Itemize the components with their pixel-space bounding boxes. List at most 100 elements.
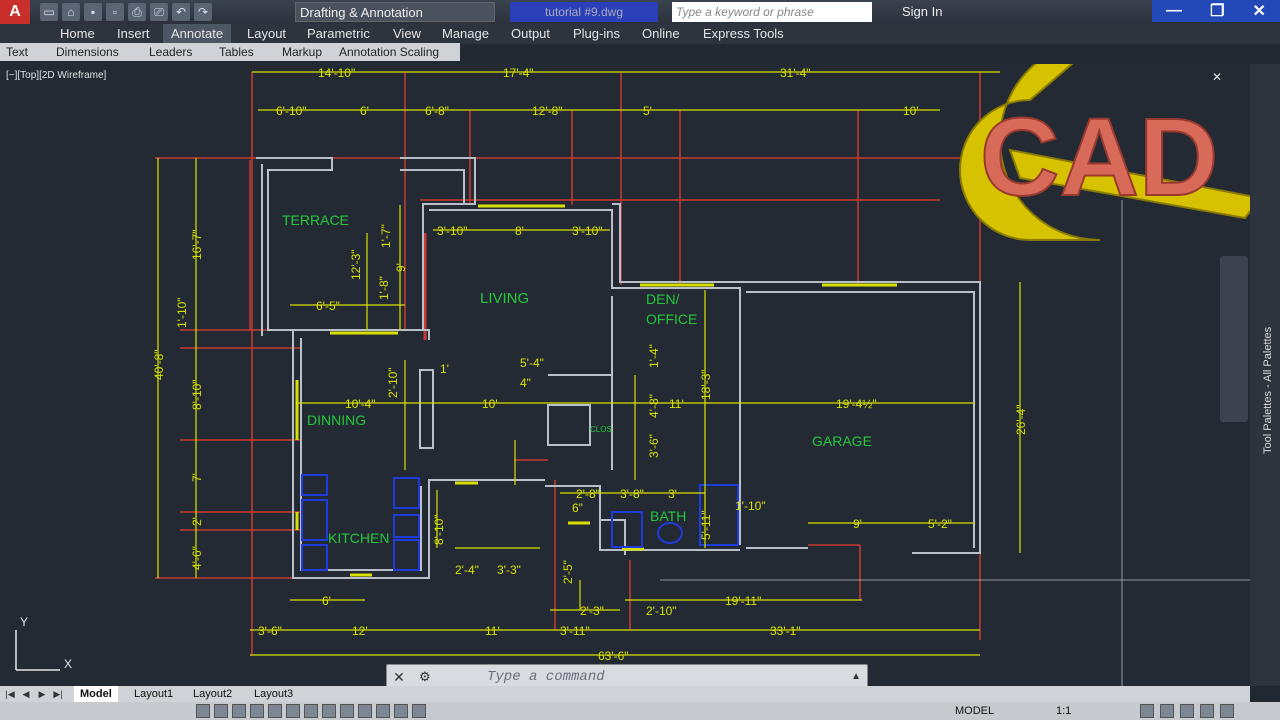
- restore-icon[interactable]: ❐: [1210, 1, 1224, 21]
- clean-screen-icon[interactable]: [1220, 704, 1234, 718]
- dim-text: 33'-1": [770, 624, 801, 638]
- panel-markup[interactable]: Markup: [282, 43, 322, 61]
- tab-manage[interactable]: Manage: [442, 24, 489, 44]
- open-file-icon[interactable]: ⌂: [62, 3, 80, 21]
- dim-text: 2': [190, 517, 204, 526]
- dim-text: 16'-7": [190, 229, 204, 260]
- snap-icon[interactable]: [214, 704, 228, 718]
- panel-text[interactable]: Text: [6, 43, 28, 61]
- dim-text: 3': [668, 487, 677, 501]
- tool-palette-label: Tool Palettes - All Palettes: [1262, 326, 1274, 454]
- dim-text: 3'-3": [497, 563, 521, 577]
- dim-text: 17'-4": [503, 66, 534, 80]
- dim-text: 5'-2": [928, 517, 952, 531]
- tab-parametric[interactable]: Parametric: [307, 24, 370, 44]
- dim-text: 11': [485, 624, 500, 638]
- panel-tables[interactable]: Tables: [219, 43, 254, 61]
- tab-plugins[interactable]: Plug-ins: [573, 24, 620, 44]
- quick-access-toolbar: ▭ ⌂ ▪ ▫ ⎙ ⎚ ↶ ↷: [40, 3, 212, 21]
- dim-text: 7': [190, 473, 204, 482]
- dim-text: 40'-8": [152, 349, 166, 380]
- ribbon-tabs: Home Insert Annotate Layout Parametric V…: [0, 24, 1280, 44]
- otrack-icon[interactable]: [304, 704, 318, 718]
- infer-constraints-icon[interactable]: [196, 704, 210, 718]
- dim-text: 8': [515, 224, 524, 238]
- polar-icon[interactable]: [268, 704, 282, 718]
- dim-text: 3'-8": [620, 487, 644, 501]
- tab-view[interactable]: View: [393, 24, 421, 44]
- dim-text: 6'-8": [425, 104, 449, 118]
- lock-icon[interactable]: [1160, 704, 1174, 718]
- tab-model[interactable]: Model: [74, 686, 118, 702]
- selection-cycling-icon[interactable]: [394, 704, 408, 718]
- undo-icon[interactable]: ↶: [172, 3, 190, 21]
- dimension-lines: [157, 71, 1021, 656]
- last-tab-icon[interactable]: ▶|: [52, 688, 64, 700]
- grid-icon[interactable]: [232, 704, 246, 718]
- prev-tab-icon[interactable]: ◀: [20, 688, 32, 700]
- tab-express-tools[interactable]: Express Tools: [703, 24, 784, 44]
- tab-layout1[interactable]: Layout1: [134, 686, 173, 702]
- tab-home[interactable]: Home: [60, 24, 95, 44]
- minimize-icon[interactable]: —: [1166, 2, 1182, 20]
- workspace-dropdown[interactable]: Drafting & Annotation: [295, 2, 495, 22]
- lineweight-icon[interactable]: [358, 704, 372, 718]
- ortho-icon[interactable]: [250, 704, 264, 718]
- annotation-monitor-icon[interactable]: [412, 704, 426, 718]
- save-as-icon[interactable]: ▫: [106, 3, 124, 21]
- print-icon[interactable]: ⎚: [150, 3, 168, 21]
- tab-layout[interactable]: Layout: [247, 24, 286, 44]
- drawing-viewport[interactable]: [−][Top][2D Wireframe] TERRACE LIVING DE…: [0, 64, 1250, 686]
- save-icon[interactable]: ▪: [84, 3, 102, 21]
- hardware-acceleration-icon[interactable]: [1180, 704, 1194, 718]
- dim-text: 3'-10": [572, 224, 603, 238]
- panel-dimensions[interactable]: Dimensions: [56, 43, 119, 61]
- tab-insert[interactable]: Insert: [117, 24, 150, 44]
- viewport-close-icon[interactable]: ✕: [1212, 70, 1222, 84]
- dim-text: 5': [643, 104, 652, 118]
- dim-text: 4'-6": [190, 546, 204, 570]
- tab-output[interactable]: Output: [511, 24, 550, 44]
- title-bar: A ▭ ⌂ ▪ ▫ ⎙ ⎚ ↶ ↷ Drafting & Annotation …: [0, 0, 1280, 24]
- transparency-icon[interactable]: [376, 704, 390, 718]
- sign-in-link[interactable]: Sign In: [902, 2, 942, 22]
- room-label-dinning: DINNING: [307, 412, 366, 428]
- dim-text: 26'-4": [1014, 404, 1028, 435]
- next-tab-icon[interactable]: ▶: [36, 688, 48, 700]
- osnap-icon[interactable]: [286, 704, 300, 718]
- panel-leaders[interactable]: Leaders: [149, 43, 192, 61]
- dim-text: 10': [903, 104, 919, 118]
- dim-text: 6'-10": [276, 104, 307, 118]
- redo-icon[interactable]: ↷: [194, 3, 212, 21]
- tab-layout2[interactable]: Layout2: [193, 686, 232, 702]
- tab-layout3[interactable]: Layout3: [254, 686, 293, 702]
- search-input[interactable]: Type a keyword or phrase: [672, 2, 872, 22]
- new-file-icon[interactable]: ▭: [40, 3, 58, 21]
- model-space-toggle[interactable]: MODEL: [955, 704, 994, 718]
- dim-text: 3'-6": [258, 624, 282, 638]
- tool-palette[interactable]: [1220, 256, 1248, 422]
- panel-annotation-scaling[interactable]: Annotation Scaling: [339, 43, 439, 61]
- dim-text: 5'-11": [699, 510, 713, 540]
- first-tab-icon[interactable]: |◀: [4, 688, 16, 700]
- dim-text: 12'-3": [349, 249, 363, 280]
- ecad-logo: CAD: [959, 64, 1250, 241]
- tab-annotate[interactable]: Annotate: [163, 24, 232, 44]
- ducs-icon[interactable]: [322, 704, 336, 718]
- annotation-scale[interactable]: 1:1: [1056, 704, 1071, 718]
- dim-text: 19'-4½": [836, 397, 877, 411]
- room-label-office: OFFICE: [646, 311, 697, 327]
- isolate-objects-icon[interactable]: [1200, 704, 1214, 718]
- dim-text: 2'-10": [646, 604, 677, 618]
- svg-text:X: X: [64, 657, 72, 671]
- dim-text: 11': [669, 397, 684, 411]
- tab-online[interactable]: Online: [642, 24, 680, 44]
- dyn-icon[interactable]: [340, 704, 354, 718]
- close-icon[interactable]: ✕: [1253, 1, 1266, 21]
- ribbon-panel-bar: Text Dimensions Leaders Tables Markup An…: [0, 43, 460, 61]
- plot-icon[interactable]: ⎙: [128, 3, 146, 21]
- dim-text: 2'-3": [580, 604, 604, 618]
- application-menu-button[interactable]: A: [0, 0, 30, 24]
- workspace-switch-icon[interactable]: [1140, 704, 1154, 718]
- dim-text: 2'-4": [455, 563, 479, 577]
